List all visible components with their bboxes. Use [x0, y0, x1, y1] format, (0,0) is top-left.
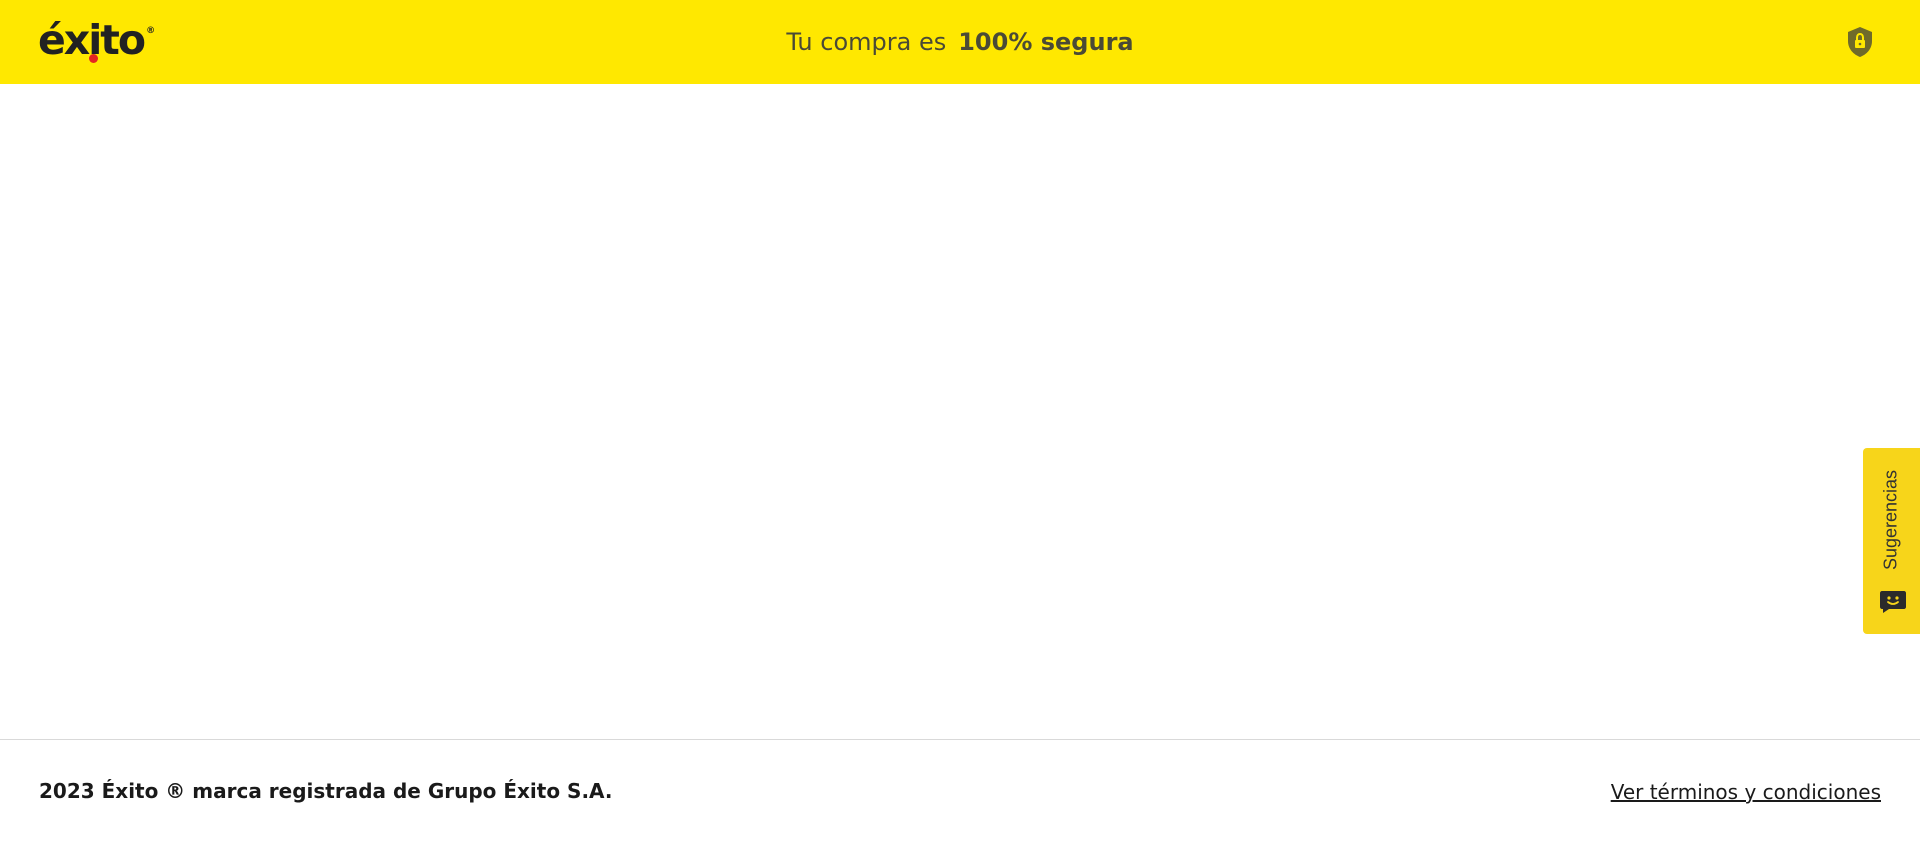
shield-lock-icon	[1848, 27, 1872, 57]
feedback-label: Sugerencias	[1880, 469, 1901, 571]
page-footer: 2023 Éxito ® marca registrada de Grupo É…	[0, 739, 1920, 846]
copyright-text: 2023 Éxito ® marca registrada de Grupo É…	[39, 779, 613, 803]
secure-emphasis-text: 100% segura	[958, 28, 1134, 56]
secure-prefix-text: Tu compra es	[786, 28, 947, 56]
page-header: éxito ® Tu compra es 100% segura	[0, 0, 1920, 84]
main-content-area: Sugerencias	[0, 84, 1920, 740]
feedback-tab[interactable]: Sugerencias	[1863, 448, 1920, 634]
chat-bot-icon	[1880, 591, 1906, 613]
terms-link[interactable]: Ver términos y condiciones	[1611, 780, 1881, 804]
secure-purchase-banner: Tu compra es 100% segura	[0, 0, 1920, 84]
